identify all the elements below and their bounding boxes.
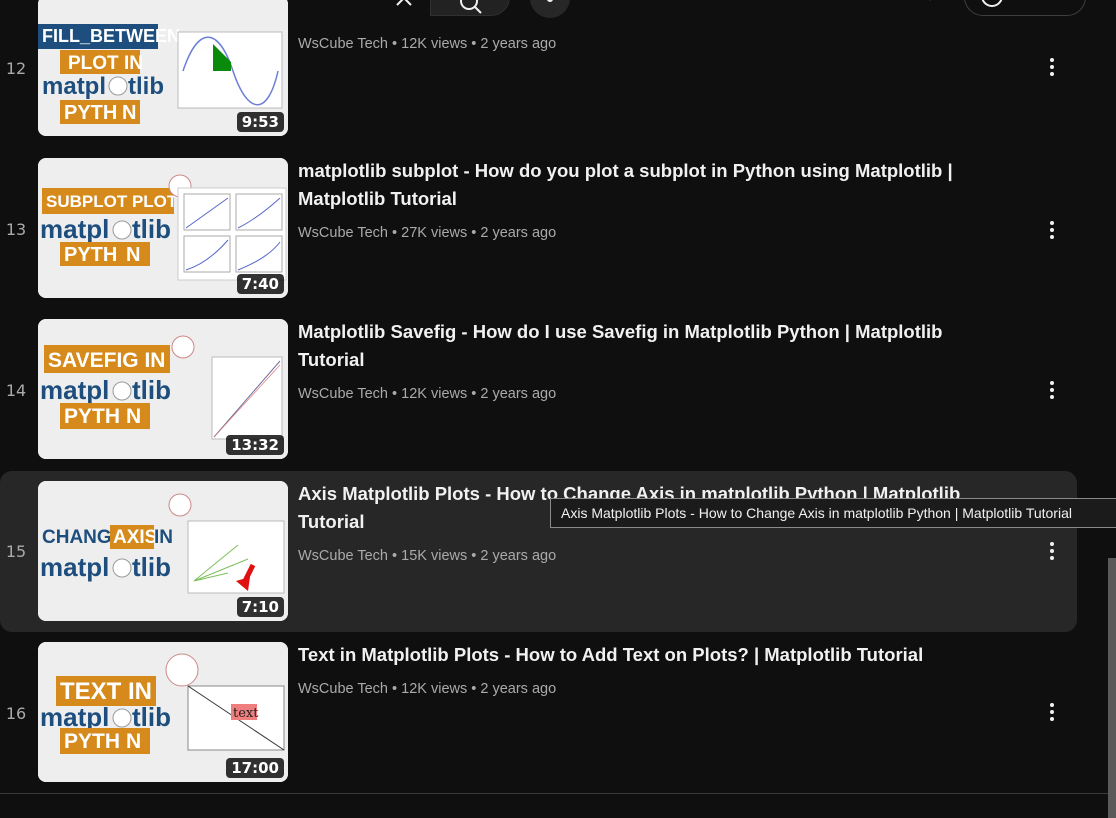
upload-age: 2 years ago	[480, 225, 557, 241]
svg-text:PYTH: PYTH	[64, 102, 117, 124]
video-meta: WsCube Tech • 15K views • 2 years ago	[298, 548, 557, 564]
svg-text:N: N	[126, 405, 141, 428]
channel-name[interactable]: WsCube Tech	[298, 36, 388, 52]
upload-age: 2 years ago	[480, 36, 557, 52]
svg-text:tlib: tlib	[132, 552, 171, 582]
video-meta: WsCube Tech • 12K views • 2 years ago	[298, 681, 557, 697]
svg-text:matpl: matpl	[40, 214, 109, 244]
video-index: 15	[5, 542, 27, 561]
svg-text:matpl: matpl	[40, 552, 109, 582]
svg-text:PLOT IN: PLOT IN	[68, 53, 143, 74]
svg-text:text: text	[233, 706, 259, 721]
upload-age: 2 years ago	[480, 681, 557, 697]
list-divider	[0, 793, 1116, 794]
more-actions-button[interactable]	[1040, 218, 1064, 242]
more-actions-button[interactable]	[1040, 700, 1064, 724]
channel-name[interactable]: WsCube Tech	[298, 681, 388, 697]
video-duration: 17:00	[226, 758, 284, 778]
playlist-row[interactable]: 12 FILL_BETWEEN PLOT IN matpl tlib PYTH …	[0, 0, 1077, 157]
view-count: 12K views	[401, 681, 468, 697]
video-index: 14	[5, 381, 27, 400]
more-actions-button[interactable]	[1040, 539, 1064, 563]
video-thumbnail[interactable]: SAVEFIG IN matpl tlib PYTH N 13:32	[38, 319, 288, 459]
svg-text:matpl: matpl	[42, 73, 106, 100]
playlist-row[interactable]: 15 CHANGE AXIS IN matpl tlib 7:10 Axis M…	[0, 471, 1077, 632]
view-count: 12K views	[401, 36, 468, 52]
svg-text:PYTH: PYTH	[64, 405, 120, 428]
view-count: 15K views	[401, 548, 468, 564]
scrollbar-thumb[interactable]	[1108, 558, 1116, 818]
channel-name[interactable]: WsCube Tech	[298, 548, 388, 564]
svg-text:tlib: tlib	[132, 375, 171, 405]
svg-text:tlib: tlib	[132, 214, 171, 244]
svg-text:PYTH: PYTH	[64, 730, 120, 753]
channel-name[interactable]: WsCube Tech	[298, 225, 388, 241]
video-index: 13	[5, 220, 27, 239]
svg-text:tlib: tlib	[128, 73, 164, 100]
svg-text:tlib: tlib	[132, 702, 171, 732]
video-index: 12	[5, 59, 27, 78]
svg-text:IN: IN	[154, 527, 173, 548]
video-index: 16	[5, 704, 27, 723]
view-count: 12K views	[401, 386, 468, 402]
video-duration: 13:32	[226, 435, 284, 455]
thumb-text: FILL_BETWEEN	[42, 26, 180, 46]
svg-text:TEXT IN: TEXT IN	[60, 678, 152, 705]
upload-age: 2 years ago	[480, 386, 557, 402]
more-actions-button[interactable]	[1040, 378, 1064, 402]
svg-text:PYTH: PYTH	[64, 244, 117, 266]
video-thumbnail[interactable]: TEXT IN matpl tlib PYTH N text 17:00	[38, 642, 288, 782]
video-meta: WsCube Tech • 27K views • 2 years ago	[298, 225, 557, 241]
svg-text:N: N	[122, 102, 136, 124]
view-count: 27K views	[401, 225, 468, 241]
video-duration: 9:53	[236, 112, 284, 132]
video-duration: 7:40	[236, 274, 284, 294]
video-meta: WsCube Tech • 12K views • 2 years ago	[298, 36, 557, 52]
svg-text:matpl: matpl	[40, 375, 109, 405]
video-thumbnail[interactable]: SUBPLOT PLOT IN matpl tlib PYTH N 7:40	[38, 158, 288, 298]
video-meta: WsCube Tech • 12K views • 2 years ago	[298, 386, 557, 402]
video-title[interactable]: matplotlib subplot - How do you plot a s…	[298, 157, 988, 213]
playlist-row[interactable]: 14 SAVEFIG IN matpl tlib PYTH N 13:32 Ma…	[0, 319, 1077, 480]
svg-text:SAVEFIG IN: SAVEFIG IN	[48, 349, 165, 372]
video-duration: 7:10	[236, 597, 284, 617]
video-thumbnail[interactable]: FILL_BETWEEN PLOT IN matpl tlib PYTH N 9…	[38, 0, 288, 136]
upload-age: 2 years ago	[480, 548, 557, 564]
video-thumbnail[interactable]: CHANGE AXIS IN matpl tlib 7:10	[38, 481, 288, 621]
svg-text:matpl: matpl	[40, 702, 109, 732]
playlist-row[interactable]: 13 SUBPLOT PLOT IN matpl tlib PYTH N 7:4…	[0, 158, 1077, 319]
svg-text:AXIS: AXIS	[113, 527, 157, 548]
video-title[interactable]: Text in Matplotlib Plots - How to Add Te…	[298, 641, 988, 669]
title-tooltip: Axis Matplotlib Plots - How to Change Ax…	[550, 498, 1116, 528]
playlist-row[interactable]: 16 TEXT IN matpl tlib PYTH N text 17:00 …	[0, 642, 1077, 803]
video-title[interactable]: Matplotlib Savefig - How do I use Savefi…	[298, 318, 988, 374]
channel-name[interactable]: WsCube Tech	[298, 386, 388, 402]
svg-text:N: N	[126, 244, 140, 266]
svg-text:N: N	[126, 730, 141, 753]
more-actions-button[interactable]	[1040, 55, 1064, 79]
